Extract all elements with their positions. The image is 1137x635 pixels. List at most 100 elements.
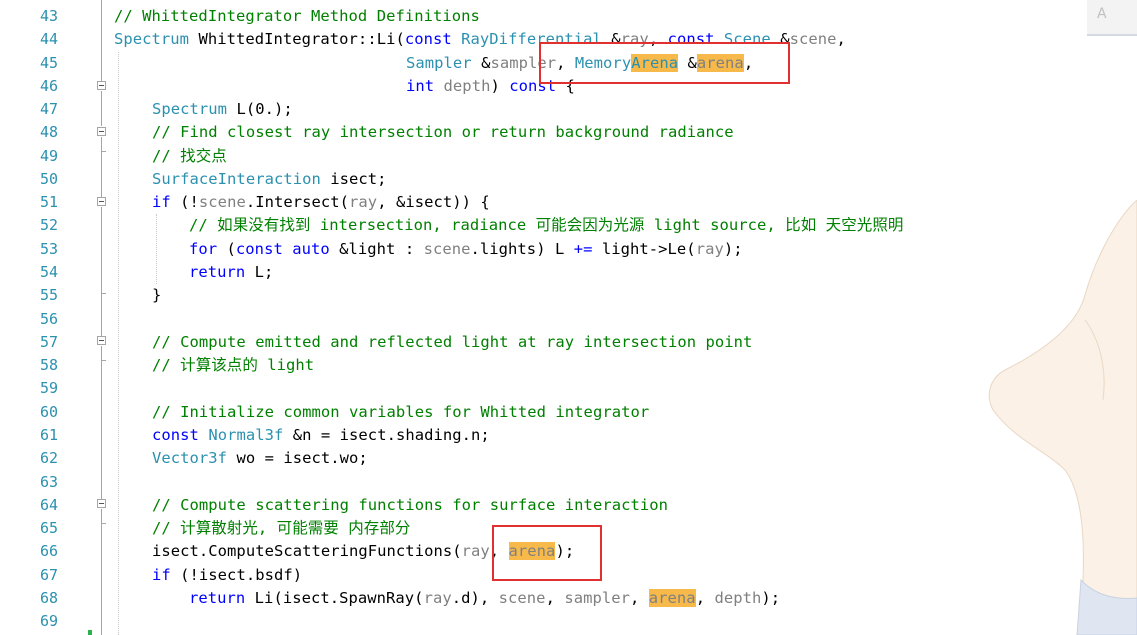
line-number: 52 <box>39 216 58 234</box>
code-line-53[interactable]: for (const auto &light : scene.lights) L… <box>189 238 743 261</box>
code-text: ); <box>723 240 743 258</box>
line-number: 46 <box>39 77 58 95</box>
code-line-62[interactable]: Vector3f wo = isect.wo; <box>152 447 368 470</box>
parameter: ray <box>349 193 378 211</box>
code-line-55[interactable]: } <box>152 284 161 307</box>
comment: // Initialize common variables for Whitt… <box>152 403 650 421</box>
outline-guide <box>101 360 102 499</box>
editor-background-image <box>988 200 1137 635</box>
code-line-60[interactable]: // Initialize common variables for Whitt… <box>152 401 649 424</box>
code-line-49[interactable]: // 找交点 <box>152 145 227 168</box>
code-line-52[interactable]: // 如果没有找到 intersection, radiance 可能会因为光源… <box>189 214 903 237</box>
code-line-50[interactable]: SurfaceInteraction isect; <box>152 168 387 191</box>
code-text: ) <box>490 77 510 95</box>
outline-guide <box>101 0 102 81</box>
line-number: 56 <box>39 310 58 328</box>
code-text: .Intersect( <box>245 193 350 211</box>
line-number: 64 <box>39 496 58 514</box>
collapse-icon[interactable] <box>97 499 106 508</box>
code-line-58[interactable]: // 计算该点的 light <box>152 354 314 377</box>
code-text: ); <box>761 589 781 607</box>
outline-guide <box>101 293 102 336</box>
code-line-68[interactable]: return Li(isect.SpawnRay(ray.d), scene, … <box>189 587 780 610</box>
line-number: 50 <box>39 170 58 188</box>
line-number: 53 <box>39 240 58 258</box>
type-name: Vector3f <box>152 449 228 467</box>
line-number: 69 <box>39 612 58 630</box>
code-editor[interactable]: 43 44 45 46 47 48 49 50 51 52 53 54 55 5… <box>0 0 1137 635</box>
outline-guide <box>101 91 102 126</box>
code-line-43[interactable]: // WhittedIntegrator Method Definitions <box>114 5 480 28</box>
line-number: 59 <box>39 379 58 397</box>
parameter: sampler <box>564 589 631 607</box>
code-line-48[interactable]: // Find closest ray intersection or retu… <box>152 121 734 144</box>
code-line-47[interactable]: Spectrum L(0.); <box>152 98 293 121</box>
comment: // 如果没有找到 intersection, radiance 可能会因为光源… <box>189 216 904 234</box>
line-number: 54 <box>39 263 58 281</box>
code-text: , <box>545 589 565 607</box>
code-text: light->Le( <box>592 240 696 258</box>
collapse-icon[interactable] <box>97 197 106 206</box>
keyword: for <box>189 240 218 258</box>
keyword: const <box>235 240 283 258</box>
code-line-51[interactable]: if (!scene.Intersect(ray, &isect)) { <box>152 191 490 214</box>
operator: += <box>573 240 593 258</box>
keyword: if <box>152 566 171 584</box>
line-number: 43 <box>39 7 58 25</box>
code-text: (! <box>170 193 199 211</box>
keyword: int <box>406 77 435 95</box>
code-text: isect.ComputeScatteringFunctions( <box>152 542 462 560</box>
parameter: scene <box>789 30 837 48</box>
line-number: 58 <box>39 356 58 374</box>
change-tracking-margin <box>84 0 88 635</box>
outline-guide <box>101 523 102 635</box>
type-name: Sampler <box>406 54 472 72</box>
line-number: 68 <box>39 589 58 607</box>
code-line-67[interactable]: if (!isect.bsdf) <box>152 564 302 587</box>
comment: // 计算该点的 light <box>152 356 315 374</box>
type-name: SurfaceInteraction <box>152 170 321 188</box>
keyword: auto <box>292 240 330 258</box>
line-number: 44 <box>39 30 58 48</box>
comment: // WhittedIntegrator Method Definitions <box>114 7 480 25</box>
parameter: ray <box>423 589 452 607</box>
type-name: Spectrum <box>114 30 190 48</box>
keyword: return <box>189 263 246 281</box>
collapse-icon[interactable] <box>97 127 106 136</box>
parameter: depth <box>714 589 762 607</box>
parameter: depth <box>443 77 491 95</box>
line-number: 55 <box>39 286 58 304</box>
code-line-64[interactable]: // Compute scattering functions for surf… <box>152 494 668 517</box>
collapse-icon[interactable] <box>97 336 106 345</box>
code-text: ( <box>217 240 236 258</box>
code-text: Li(isect.SpawnRay( <box>245 589 424 607</box>
line-number: 57 <box>39 333 58 351</box>
parameter: ray <box>695 240 724 258</box>
code-line-57[interactable]: // Compute emitted and reflected light a… <box>152 331 752 354</box>
line-number: 60 <box>39 403 58 421</box>
type-name: Normal3f <box>208 426 284 444</box>
code-text: , <box>630 589 649 607</box>
line-number: 67 <box>39 566 58 584</box>
line-number: 65 <box>39 519 58 537</box>
keyword: return <box>189 589 246 607</box>
code-text: WhittedIntegrator::Li( <box>189 30 405 48</box>
keyword: const <box>152 426 199 444</box>
code-text: &n = isect.shading.n; <box>283 426 490 444</box>
code-line-65[interactable]: // 计算散射光, 可能需要 内存部分 <box>152 517 410 540</box>
code-text: , &isect)) { <box>377 193 490 211</box>
collapse-icon[interactable] <box>97 81 106 90</box>
line-number: 61 <box>39 426 58 444</box>
line-number: 48 <box>39 123 58 141</box>
line-number: 45 <box>39 54 58 72</box>
line-number: 51 <box>39 193 58 211</box>
code-text: , <box>695 589 715 607</box>
code-line-54[interactable]: return L; <box>189 261 273 284</box>
line-number: 66 <box>39 542 58 560</box>
code-line-61[interactable]: const Normal3f &n = isect.shading.n; <box>152 424 490 447</box>
scrollbar-corner[interactable]: A <box>1087 0 1137 36</box>
annotation-box-signature <box>539 42 790 84</box>
